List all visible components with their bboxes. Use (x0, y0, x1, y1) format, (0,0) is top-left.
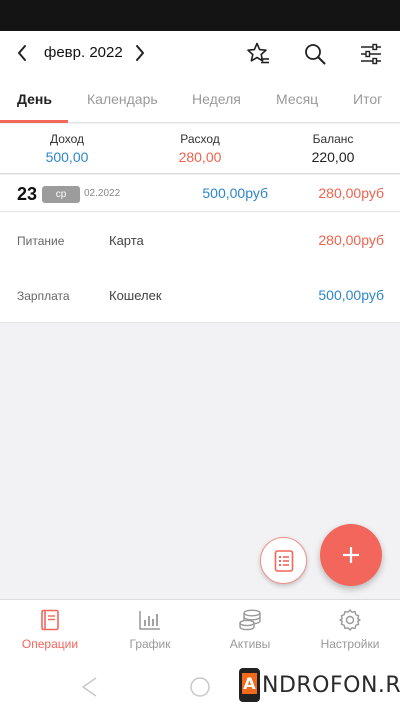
balance-value: 220,00 (311, 149, 355, 165)
bottom-navigation: Операции График Активы Настройки (0, 599, 400, 658)
transaction-account: Карта (109, 233, 144, 248)
status-bar (0, 0, 400, 31)
chevron-left-icon (18, 45, 26, 61)
tab-week[interactable]: Неделя (192, 91, 241, 107)
day-number: 23 (17, 184, 38, 204)
tab-day[interactable]: День (17, 91, 52, 107)
transaction-account: Кошелек (109, 288, 162, 303)
top-app-bar: февр. 2022 (0, 31, 400, 77)
balance-label: Баланс (312, 132, 354, 146)
androfon-watermark: A NDROFON.RU (239, 667, 400, 703)
bar-chart-icon (139, 611, 160, 630)
chevron-right-icon (136, 45, 144, 61)
day-month-year: 02.2022 (84, 188, 121, 199)
coins-icon (239, 609, 261, 631)
next-month-button[interactable] (129, 42, 151, 64)
income-summary: Доход 500,00 (7, 132, 127, 165)
sliders-icon (361, 43, 381, 65)
tab-calendar[interactable]: Календарь (87, 91, 158, 107)
nav-assets[interactable]: Активы (200, 600, 300, 659)
prev-month-button[interactable] (11, 42, 33, 64)
transaction-row[interactable]: Питание Карта 280,00руб (0, 212, 400, 267)
book-icon (41, 609, 59, 631)
watermark-phone-logo: A (239, 668, 260, 702)
system-home-button[interactable] (187, 674, 213, 700)
expense-label: Расход (180, 132, 220, 146)
active-tab-indicator (0, 120, 68, 123)
current-month-label[interactable]: февр. 2022 (44, 44, 123, 61)
period-tabs: День Календарь Неделя Месяц Итог (0, 77, 400, 123)
weekday-badge: ср (42, 186, 80, 203)
day-expense-total: 280,00руб (318, 185, 384, 201)
nav-settings[interactable]: Настройки (300, 600, 400, 659)
nav-operations-label: Операции (21, 637, 79, 651)
day-income-total: 500,00руб (202, 185, 268, 201)
transaction-category: Зарплата (17, 289, 70, 303)
income-value: 500,00 (45, 149, 89, 165)
nav-charts[interactable]: График (100, 600, 200, 659)
transactions-list: 23 ср 02.2022 500,00руб 280,00руб Питани… (0, 175, 400, 323)
income-label: Доход (49, 132, 85, 146)
plus-icon (343, 547, 359, 563)
nav-operations[interactable]: Операции (0, 600, 100, 659)
transaction-amount: 280,00руб (318, 232, 384, 248)
transaction-category: Питание (17, 234, 65, 248)
bookmarks-button[interactable] (245, 41, 271, 67)
system-back-button[interactable] (77, 674, 103, 700)
tab-total[interactable]: Итог (353, 91, 382, 107)
watermark-text: NDROFON.RU (262, 672, 400, 698)
search-button[interactable] (302, 41, 328, 67)
filter-button[interactable] (358, 41, 384, 67)
nav-assets-label: Активы (229, 637, 271, 651)
home-circle-icon (190, 677, 210, 697)
transaction-amount: 500,00руб (318, 287, 384, 303)
nav-charts-label: График (129, 637, 171, 651)
nav-settings-label: Настройки (320, 637, 380, 651)
back-triangle-icon (82, 677, 97, 697)
star-list-icon (247, 42, 269, 64)
tab-month[interactable]: Месяц (276, 91, 318, 107)
add-transaction-button[interactable] (320, 524, 382, 586)
list-icon (274, 549, 293, 572)
templates-button[interactable] (260, 537, 307, 584)
search-icon (305, 44, 326, 65)
balance-summary: Баланс 220,00 (273, 132, 393, 165)
period-summary: Доход 500,00 Расход 280,00 Баланс 220,00 (0, 124, 400, 174)
expense-summary: Расход 280,00 (140, 132, 260, 165)
day-header[interactable]: 23 ср 02.2022 500,00руб 280,00руб (0, 175, 400, 212)
expense-value: 280,00 (178, 149, 222, 165)
gear-icon (339, 609, 361, 631)
watermark-letter: A (243, 674, 256, 693)
transaction-row[interactable]: Зарплата Кошелек 500,00руб (0, 267, 400, 322)
